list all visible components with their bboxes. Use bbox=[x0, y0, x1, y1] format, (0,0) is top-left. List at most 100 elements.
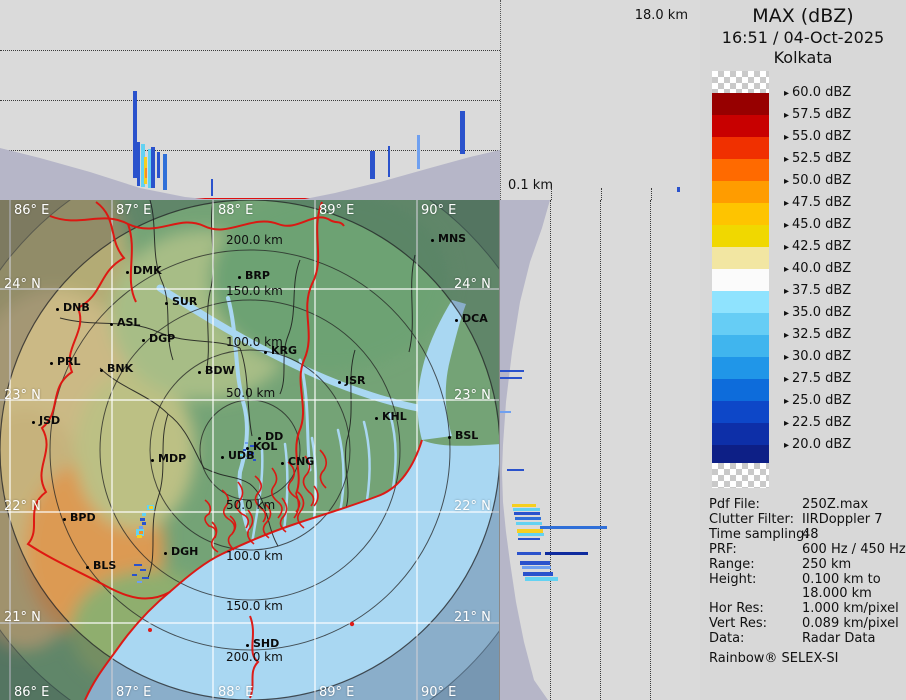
color-scale-tick: ▸22.5 dBZ bbox=[784, 415, 851, 430]
tick-label: 37.5 dBZ bbox=[792, 283, 851, 298]
color-scale-swatch bbox=[712, 71, 769, 93]
station-label: PRL bbox=[57, 355, 81, 368]
range-ring-label: 50.0 km bbox=[226, 498, 275, 512]
longitude-label: 88° E bbox=[218, 685, 253, 700]
station-dot bbox=[198, 371, 201, 374]
color-scale-swatch bbox=[712, 269, 769, 291]
color-scale-swatch bbox=[712, 159, 769, 181]
longitude-label: 87° E bbox=[116, 685, 151, 700]
tick-arrow-icon: ▸ bbox=[784, 286, 789, 297]
longitude-label: 90° E bbox=[421, 203, 456, 218]
profile-echo-bar bbox=[514, 512, 540, 515]
station-label: DMK bbox=[133, 264, 162, 277]
station-label: BDW bbox=[205, 364, 235, 377]
station-label: BLS bbox=[93, 559, 116, 572]
color-scale-swatch bbox=[712, 463, 769, 488]
ew-height-profile-panel bbox=[0, 0, 500, 200]
tick-label: 47.5 dBZ bbox=[792, 195, 851, 210]
metadata-label: Clutter Filter: bbox=[709, 512, 794, 527]
metadata-value: 600 Hz / 450 Hz bbox=[802, 542, 906, 557]
tick-arrow-icon: ▸ bbox=[784, 396, 789, 407]
longitude-label: 86° E bbox=[14, 203, 49, 218]
metadata-row: Vert Res: 0.089 km/pixel bbox=[709, 616, 904, 631]
color-scale-swatch bbox=[712, 93, 769, 115]
tick-label: 30.0 dBZ bbox=[792, 349, 851, 364]
station-dot bbox=[246, 644, 249, 647]
metadata-value: 1.000 km/pixel bbox=[802, 601, 899, 616]
metadata-label: Range: bbox=[709, 557, 755, 572]
radar-display-window: { "header": { "title": "MAX (dBZ)", "dat… bbox=[0, 0, 906, 700]
color-scale-swatch bbox=[712, 401, 769, 423]
metadata-row: Data:Radar Data bbox=[709, 631, 904, 646]
color-scale-tick: ▸37.5 dBZ bbox=[784, 283, 851, 298]
station-label: DNB bbox=[63, 301, 90, 314]
station-label: MNS bbox=[438, 232, 466, 245]
station-dot bbox=[151, 459, 154, 462]
metadata-label: Pdf File: bbox=[709, 497, 760, 512]
profile-echo-bar bbox=[151, 147, 155, 188]
profile-echo-bar bbox=[500, 411, 511, 413]
metadata-value: 18.000 km bbox=[802, 586, 872, 601]
profile-echo-bar bbox=[388, 146, 390, 177]
profile-echo-bar bbox=[507, 469, 524, 471]
latitude-label: 24° N bbox=[454, 277, 491, 292]
metadata-row: Clutter Filter: IIRDoppler 7 bbox=[709, 512, 904, 527]
color-scale-tick: ▸50.0 dBZ bbox=[784, 173, 851, 188]
tick-arrow-icon: ▸ bbox=[784, 220, 789, 231]
latitude-label: 23° N bbox=[4, 388, 41, 403]
color-scale-tick: ▸25.0 dBZ bbox=[784, 393, 851, 408]
station-label: KRG bbox=[271, 344, 297, 357]
station-dot bbox=[165, 302, 168, 305]
station-label: DCA bbox=[462, 312, 488, 325]
ew-profile-echo-bars bbox=[0, 0, 500, 200]
radar-map-panel: 86° E86° E87° E87° E88° E88° E89° E89° E… bbox=[0, 200, 500, 700]
profile-echo-bar bbox=[525, 577, 558, 581]
tick-label: 52.5 dBZ bbox=[792, 151, 851, 166]
station-dot bbox=[100, 369, 103, 372]
tick-arrow-icon: ▸ bbox=[784, 176, 789, 187]
station-label: KOL bbox=[253, 440, 277, 453]
color-scale-tick: ▸45.0 dBZ bbox=[784, 217, 851, 232]
ns-profile-echo-bars bbox=[500, 200, 700, 700]
latitude-label: 21° N bbox=[454, 610, 491, 625]
longitude-label: 87° E bbox=[116, 203, 151, 218]
metadata-label: Time sampling: bbox=[709, 527, 809, 542]
tick-label: 22.5 dBZ bbox=[792, 415, 851, 430]
tick-arrow-icon: ▸ bbox=[784, 330, 789, 341]
tick-arrow-icon: ▸ bbox=[784, 440, 789, 451]
metadata-value: 250Z.max bbox=[802, 497, 868, 512]
station-dot bbox=[110, 323, 113, 326]
height-axis-min-label: 0.1 km bbox=[508, 178, 553, 193]
metadata-value: 48 bbox=[802, 527, 819, 542]
metadata-value: 0.089 km/pixel bbox=[802, 616, 899, 631]
metadata-label: Height: bbox=[709, 572, 756, 587]
profile-echo-bar bbox=[522, 566, 551, 569]
tick-arrow-icon: ▸ bbox=[784, 242, 789, 253]
scan-datetime: 16:51 / 04-Oct-2025 bbox=[700, 28, 906, 47]
station-dot bbox=[164, 552, 167, 555]
radar-site-name: Kolkata bbox=[700, 48, 906, 67]
metadata-value: IIRDoppler 7 bbox=[802, 512, 883, 527]
profile-echo-bar bbox=[512, 504, 536, 507]
station-dot bbox=[50, 362, 53, 365]
color-scale-tick: ▸52.5 dBZ bbox=[784, 151, 851, 166]
metadata-row: Time sampling:48 bbox=[709, 527, 904, 542]
profile-echo-bar bbox=[145, 168, 147, 178]
station-label: CNG bbox=[288, 455, 314, 468]
profile-echo-bar bbox=[500, 377, 522, 379]
profile-echo-bar bbox=[513, 508, 540, 511]
legend-panel: MAX (dBZ) 16:51 / 04-Oct-2025 Kolkata Pd… bbox=[700, 0, 906, 700]
color-scale-swatch bbox=[712, 203, 769, 225]
profile-echo-bar bbox=[137, 142, 140, 186]
color-scale-tick: ▸30.0 dBZ bbox=[784, 349, 851, 364]
range-ring-label: 100.0 km bbox=[226, 549, 283, 563]
metadata-label: Vert Res: bbox=[709, 616, 767, 631]
echo-speck bbox=[677, 187, 680, 192]
profile-echo-bar bbox=[518, 538, 540, 540]
station-dot bbox=[56, 308, 59, 311]
profile-echo-bar bbox=[417, 135, 420, 169]
station-label: ASL bbox=[117, 316, 140, 329]
software-credit: Rainbow® SELEX-SI bbox=[709, 651, 839, 666]
tick-label: 57.5 dBZ bbox=[792, 107, 851, 122]
range-ring-label: 150.0 km bbox=[226, 284, 283, 298]
